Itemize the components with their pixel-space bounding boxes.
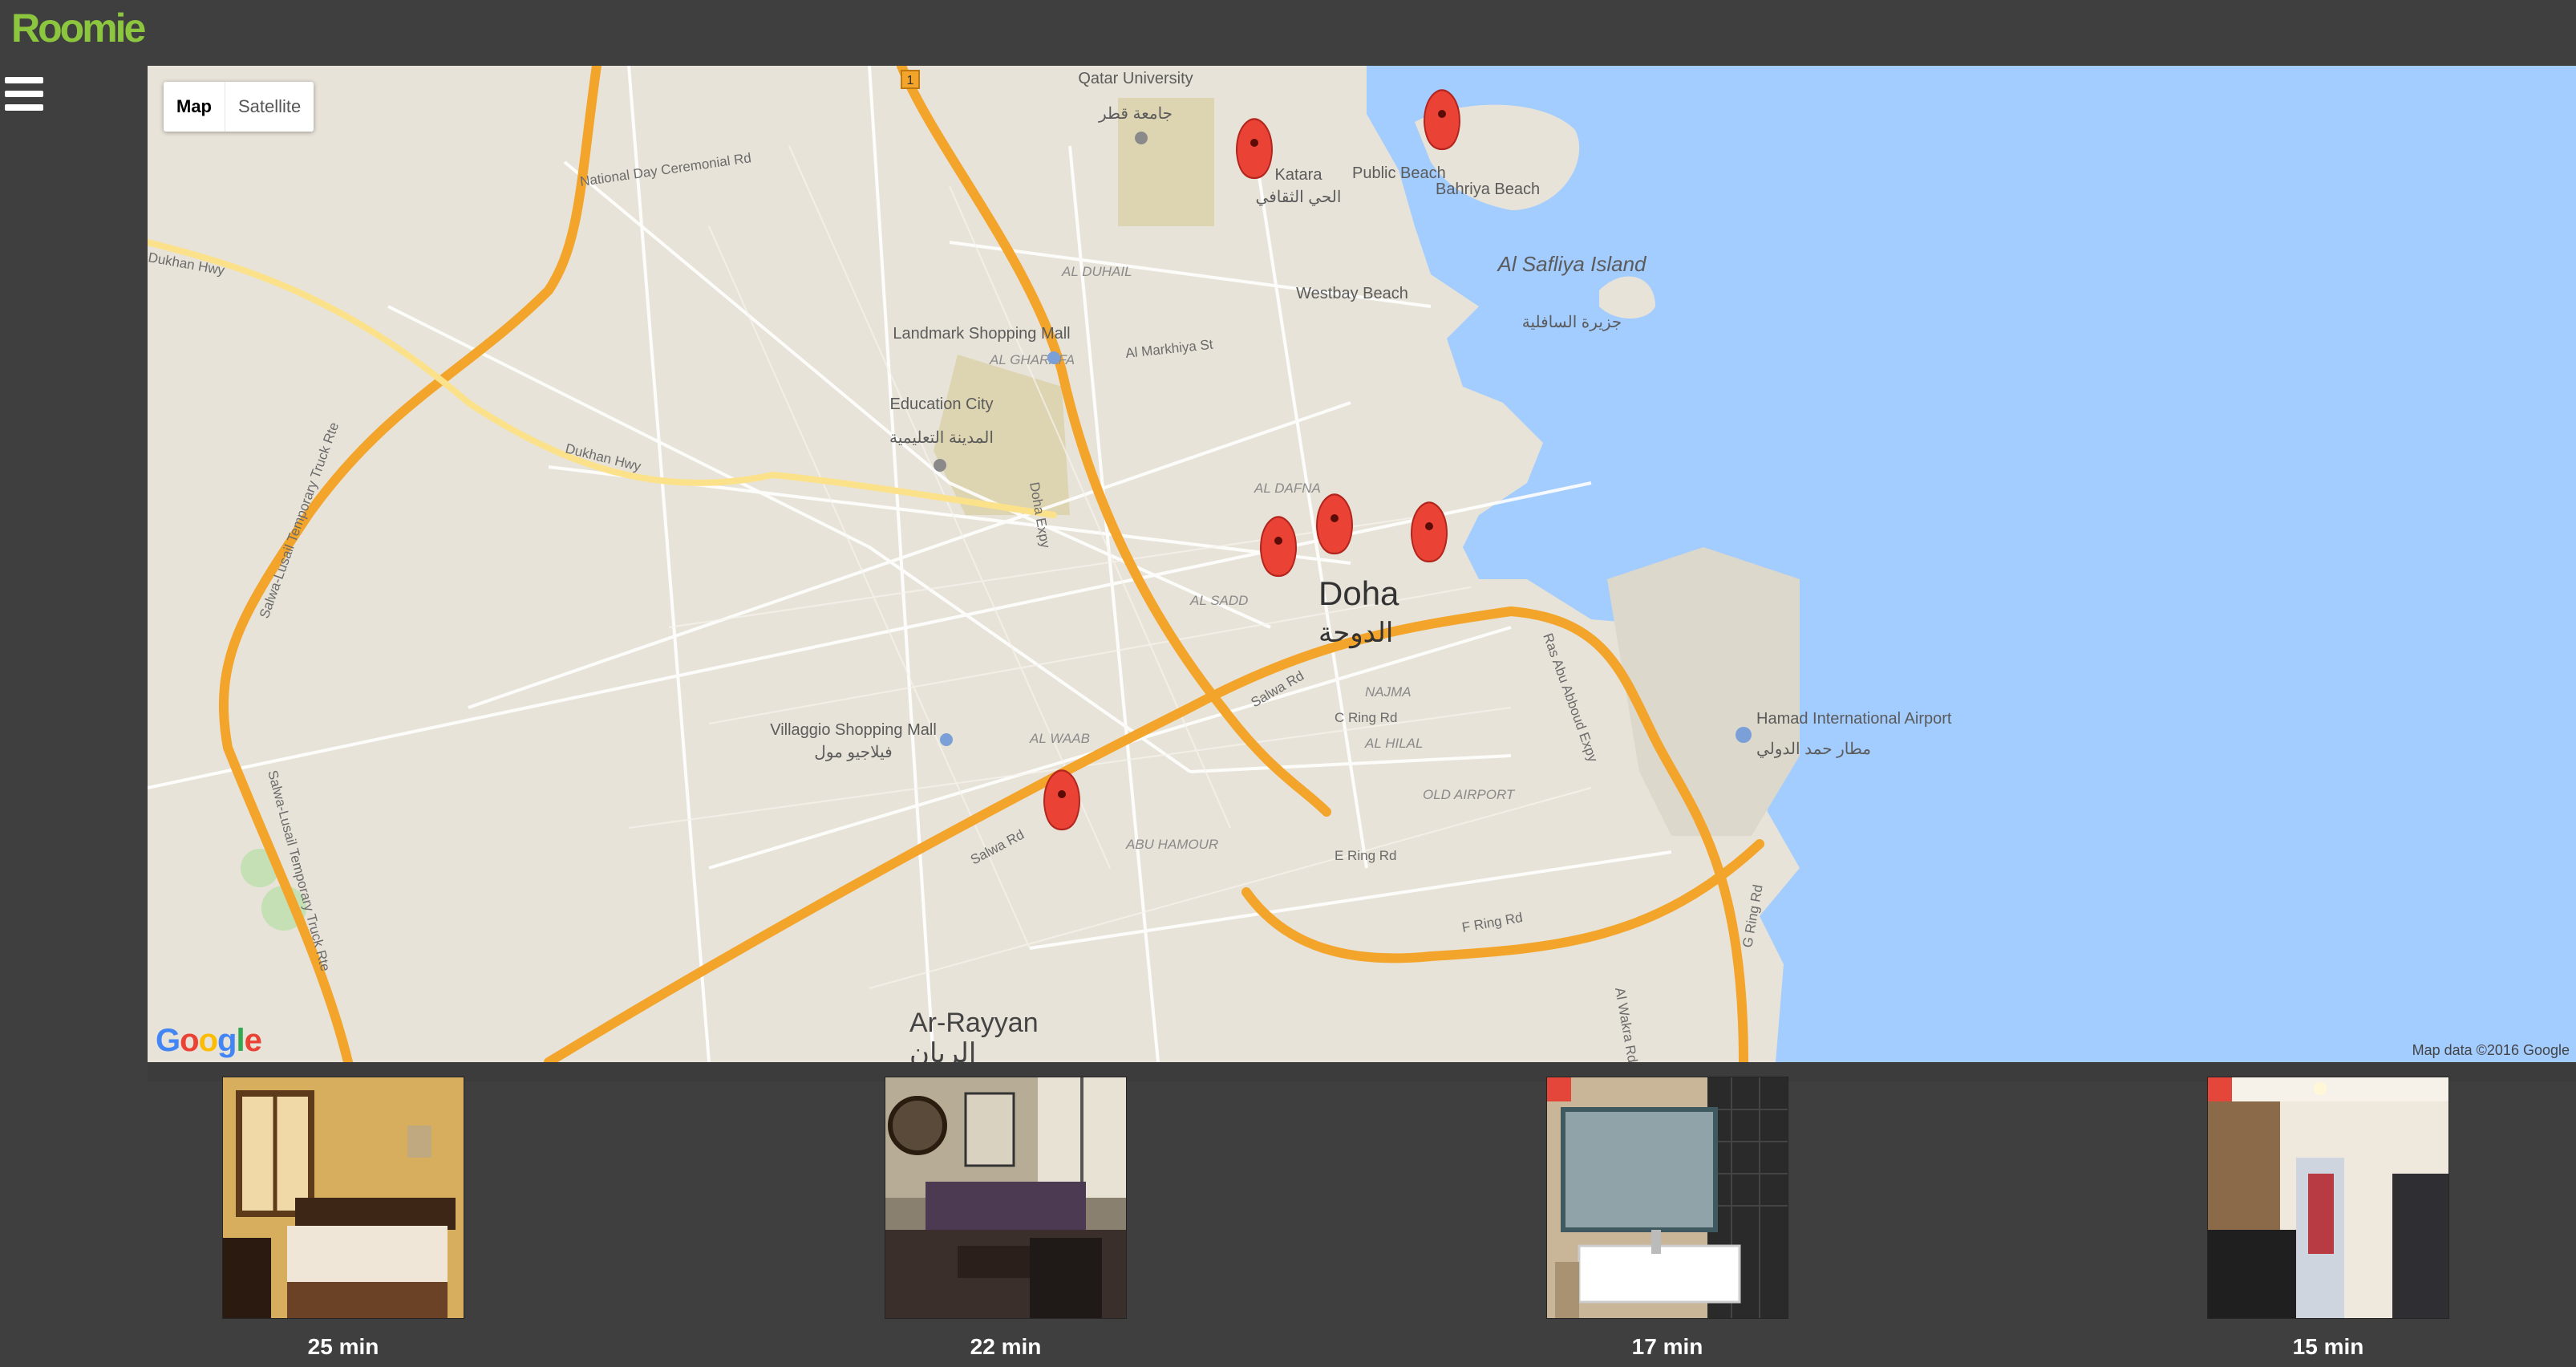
label-abu-hamour: ABU HAMOUR	[1125, 837, 1218, 852]
label-villaggio: Villaggio Shopping Mall	[770, 721, 937, 739]
label-hamad-airport-ar: مطار حمد الدولي	[1756, 740, 1871, 758]
label-qatar-university: Qatar University	[1078, 70, 1193, 87]
map-canvas[interactable]: 1 Qatar University جامعة قطر Katara الحي…	[148, 66, 2576, 1062]
marker-doha-center[interactable]	[1315, 493, 1354, 555]
label-hamad-airport: Hamad International Airport	[1756, 710, 1952, 728]
airport-icon	[1736, 727, 1752, 743]
label-al-hilal: AL HILAL	[1364, 736, 1423, 751]
marker-doha-west[interactable]	[1259, 516, 1298, 578]
map-type-map-button[interactable]: Map	[164, 82, 225, 132]
label-al-gharafa: AL GHARAFA	[989, 352, 1075, 367]
commute-time: 25 min	[307, 1334, 379, 1359]
living-room-photo[interactable]	[885, 1077, 1126, 1318]
kitchen-photo[interactable]	[2208, 1077, 2448, 1318]
label-old-airport: OLD AIRPORT	[1423, 787, 1516, 802]
label-education-city-ar: المدينة التعليمية	[889, 429, 994, 447]
label-katara-ar: الحي الثقافي	[1256, 189, 1342, 206]
label-ar-rayyan: Ar-Rayyan	[909, 1008, 1039, 1038]
label-landmark-mall: Landmark Shopping Mall	[893, 325, 1070, 343]
marker-salwa-rd[interactable]	[1043, 769, 1081, 831]
marker-pearl[interactable]	[1423, 89, 1461, 151]
label-villaggio-ar: فيلاجيو مول	[814, 744, 892, 761]
map-type-satellite-button[interactable]: Satellite	[225, 82, 314, 132]
commute-time: 15 min	[2292, 1334, 2364, 1359]
label-al-duhail: AL DUHAIL	[1061, 264, 1132, 279]
listing-card[interactable]: 25 min	[223, 1077, 464, 1360]
map-view[interactable]: 1 Qatar University جامعة قطر Katara الحي…	[148, 66, 2576, 1062]
listing-card[interactable]: 22 min	[885, 1077, 1126, 1360]
map-type-control: Map Satellite	[164, 82, 314, 132]
commute-time: 22 min	[970, 1334, 1042, 1359]
label-katara: Katara	[1275, 166, 1323, 184]
label-c-ring: C Ring Rd	[1335, 710, 1397, 725]
label-doha: Doha	[1318, 574, 1399, 612]
label-qatar-university-ar: جامعة قطر	[1098, 105, 1173, 123]
google-logo[interactable]: Google	[156, 1023, 262, 1059]
label-al-sadd: AL SADD	[1189, 593, 1248, 608]
label-ar-rayyan-ar: الريان	[909, 1038, 976, 1062]
marker-doha-east[interactable]	[1410, 501, 1448, 563]
marker-katara[interactable]	[1235, 118, 1274, 180]
listing-card[interactable]: 15 min	[2208, 1077, 2448, 1360]
label-westbay: Westbay Beach	[1296, 285, 1408, 302]
map-data-attribution[interactable]: Map data ©2016 Google	[2412, 1042, 2570, 1059]
label-al-safliya-ar: جزيرة السافلية	[1522, 314, 1622, 331]
label-al-dafna: AL DAFNA	[1254, 481, 1321, 496]
hamburger-menu-icon[interactable]	[5, 74, 45, 114]
label-doha-ar: الدوحة	[1318, 618, 1393, 649]
label-bahriya-beach: Bahriya Beach	[1436, 181, 1540, 198]
label-education-city: Education City	[890, 395, 994, 413]
commute-time: 17 min	[1631, 1334, 1703, 1359]
listing-card[interactable]: 17 min	[1547, 1077, 1788, 1360]
highway-shield: 1	[907, 74, 914, 87]
label-al-safliya: Al Safliya Island	[1497, 252, 1648, 276]
label-public-beach: Public Beach	[1352, 164, 1446, 182]
label-e-ring: E Ring Rd	[1335, 848, 1396, 863]
app-logo[interactable]: Roomie	[11, 5, 146, 51]
bathroom-photo[interactable]	[1547, 1077, 1788, 1318]
label-al-waab: AL WAAB	[1029, 731, 1090, 746]
label-najma: NAJMA	[1365, 684, 1412, 700]
bedroom-photo[interactable]	[223, 1077, 464, 1318]
